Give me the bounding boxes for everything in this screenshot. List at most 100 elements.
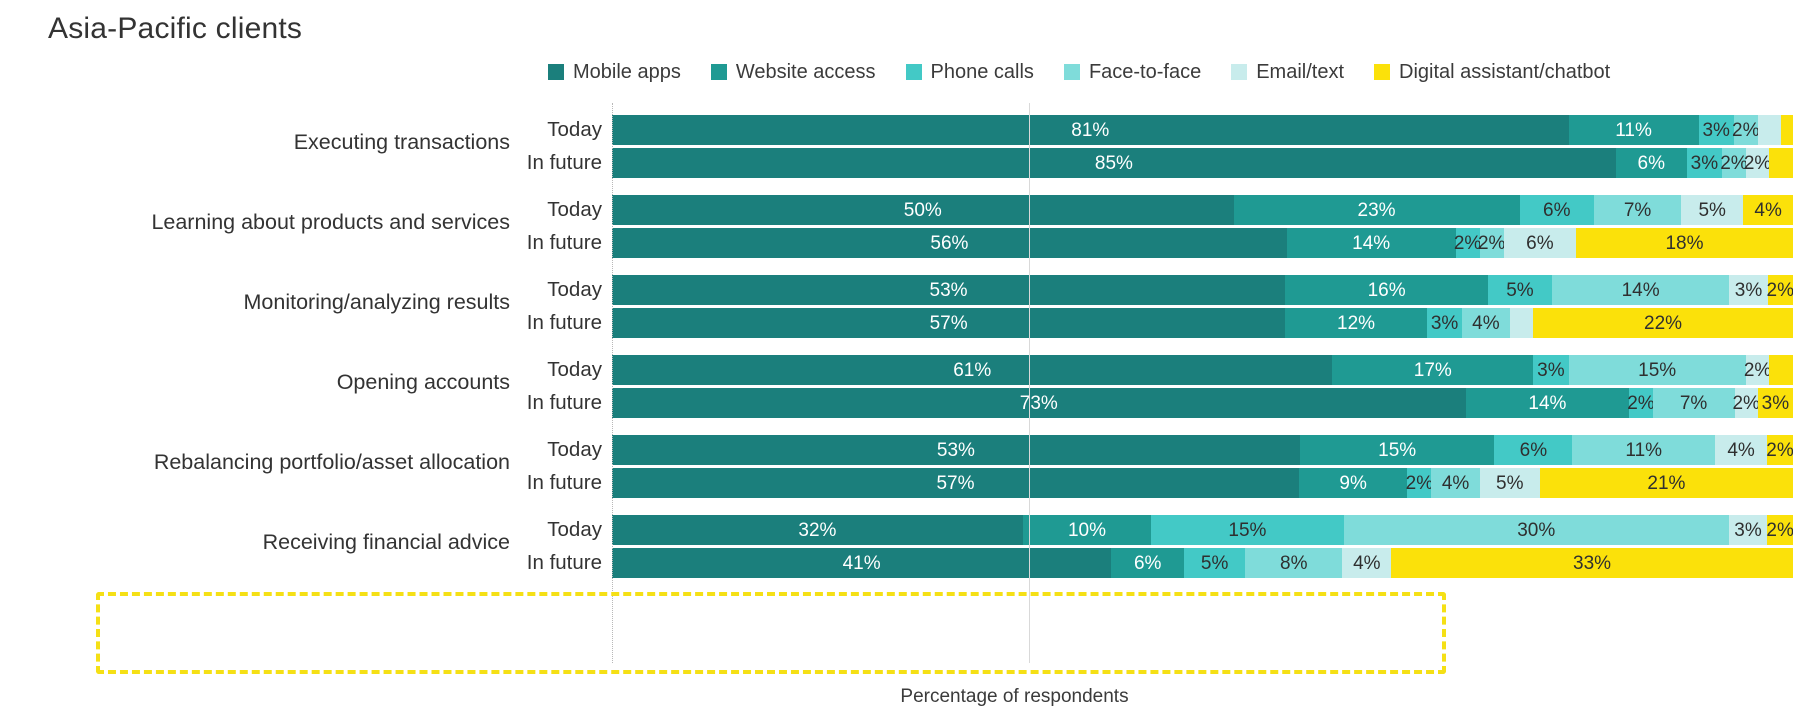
- bar-segment[interactable]: 22%: [1533, 308, 1793, 338]
- bar-segment[interactable]: 11%: [1572, 435, 1716, 465]
- bar-segment[interactable]: 3%: [1426, 308, 1463, 338]
- group-rows: Today 53% 16% 5% 14% 3% 2% In future 57% 12% 3% 4% 2…: [516, 263, 1793, 343]
- bar-segment[interactable]: 4%: [1743, 195, 1793, 225]
- bar-segment[interactable]: 9%: [1298, 468, 1408, 498]
- stacked-bar: 32% 10% 15% 30% 3% 2%: [612, 515, 1793, 545]
- bar-segment[interactable]: [1769, 148, 1793, 178]
- bar-segment[interactable]: 2%: [1732, 115, 1759, 145]
- bar-segment[interactable]: 16%: [1285, 275, 1489, 305]
- bar-segment[interactable]: 23%: [1233, 195, 1520, 225]
- bar-segment[interactable]: 2%: [1627, 388, 1655, 418]
- bar-segment[interactable]: 2%: [1720, 148, 1748, 178]
- chart-group: Monitoring/analyzing results Today 53% 16% 5…: [0, 263, 1793, 343]
- bar-segment[interactable]: 5%: [1488, 275, 1552, 305]
- bar-segment[interactable]: 12%: [1285, 308, 1427, 338]
- legend-item[interactable]: Website access: [710, 62, 876, 82]
- bar-segment-value: 15%: [1228, 519, 1267, 541]
- bar-segment[interactable]: 2%: [1454, 228, 1481, 258]
- bar-segment[interactable]: 11%: [1568, 115, 1699, 145]
- bar-segment-value: 11%: [1625, 439, 1663, 461]
- bar-segment[interactable]: 15%: [1151, 515, 1344, 545]
- bar-segment[interactable]: 2%: [1744, 355, 1771, 385]
- bar-segment[interactable]: 56%: [612, 228, 1287, 258]
- stacked-bar: 85% 6% 3% 2% 2%: [612, 148, 1793, 178]
- bar-segment[interactable]: 41%: [612, 548, 1112, 578]
- bar-segment[interactable]: 7%: [1594, 195, 1682, 225]
- bar-segment[interactable]: 57%: [612, 468, 1299, 498]
- bar-segment[interactable]: 73%: [612, 388, 1466, 418]
- bar-segment[interactable]: 3%: [1757, 388, 1793, 418]
- bar-segment-value: 5%: [1200, 552, 1229, 574]
- legend-item[interactable]: Face-to-face: [1063, 62, 1201, 82]
- bar-segment[interactable]: 81%: [612, 115, 1569, 145]
- bar-segment[interactable]: 2%: [1406, 468, 1433, 498]
- bar-row: In future 41% 6% 5% 8% 4% 33%: [516, 548, 1793, 578]
- bar-segment[interactable]: 17%: [1332, 355, 1534, 385]
- legend-item-label: Mobile apps: [573, 61, 681, 83]
- legend-swatch-icon: [1231, 64, 1248, 80]
- bar-segment[interactable]: 2%: [1766, 275, 1793, 305]
- bar-segment-value: 14%: [1528, 392, 1567, 414]
- bar-segment[interactable]: 32%: [612, 515, 1023, 545]
- bar-segment-value: 3%: [1690, 152, 1719, 174]
- bar-segment[interactable]: 2%: [1744, 148, 1771, 178]
- legend-item[interactable]: Phone calls: [905, 62, 1034, 82]
- bar-segment[interactable]: 21%: [1539, 468, 1793, 498]
- bar-segment[interactable]: 14%: [1551, 275, 1730, 305]
- bar-segment[interactable]: 6%: [1111, 548, 1185, 578]
- bar-segment[interactable]: 2%: [1477, 228, 1506, 258]
- bar-segment[interactable]: 4%: [1431, 468, 1480, 498]
- bar-segment[interactable]: 33%: [1391, 548, 1793, 578]
- bar-segment[interactable]: [1769, 355, 1793, 385]
- bar-segment[interactable]: 2%: [1766, 435, 1793, 465]
- bar-segment[interactable]: 50%: [612, 195, 1234, 225]
- bar-segment[interactable]: 4%: [1462, 308, 1510, 338]
- bar-segment[interactable]: 3%: [1698, 115, 1734, 145]
- bar-segment[interactable]: 53%: [612, 435, 1300, 465]
- bar-segment[interactable]: 3%: [1533, 355, 1569, 385]
- bar-segment[interactable]: 6%: [1494, 435, 1573, 465]
- bar-segment[interactable]: 2%: [1766, 515, 1793, 545]
- category-label: Monitoring/analyzing results: [243, 290, 511, 315]
- bar-segment[interactable]: 3%: [1729, 275, 1768, 305]
- bar-row: Today 50% 23% 6% 7% 5% 4%: [516, 195, 1793, 225]
- bar-segment[interactable]: 15%: [1568, 355, 1746, 385]
- bar-segment[interactable]: 4%: [1342, 548, 1392, 578]
- bar-segment-value: 5%: [1496, 472, 1524, 494]
- bar-segment[interactable]: 6%: [1503, 228, 1577, 258]
- bar-segment[interactable]: 15%: [1299, 435, 1495, 465]
- bar-segment[interactable]: 14%: [1286, 228, 1456, 258]
- bar-segment[interactable]: 30%: [1343, 515, 1729, 545]
- bar-segment[interactable]: [1757, 115, 1782, 145]
- bar-row-label: In future: [526, 471, 602, 494]
- legend-item[interactable]: Mobile apps: [548, 62, 681, 82]
- bar-row-label: Today: [547, 278, 602, 301]
- bar-segment[interactable]: 18%: [1576, 228, 1793, 258]
- bar-segment[interactable]: 5%: [1681, 195, 1744, 225]
- bar-segment-value: 2%: [1766, 279, 1793, 301]
- bar-segment[interactable]: 57%: [612, 308, 1286, 338]
- bar-segment[interactable]: 4%: [1715, 435, 1767, 465]
- bar-row-label: In future: [526, 231, 602, 254]
- bar-segment[interactable]: 7%: [1652, 388, 1735, 418]
- bar-segment[interactable]: 6%: [1615, 148, 1687, 178]
- bar-segment[interactable]: 14%: [1465, 388, 1630, 418]
- bar-segment[interactable]: 85%: [612, 148, 1616, 178]
- bar-segment[interactable]: [1781, 115, 1793, 145]
- bar-segment[interactable]: 53%: [612, 275, 1286, 305]
- bar-segment[interactable]: 8%: [1245, 548, 1343, 578]
- bar-segment[interactable]: 3%: [1728, 515, 1768, 545]
- bar-row-label: In future: [526, 311, 602, 334]
- bar-segment[interactable]: 10%: [1022, 515, 1152, 545]
- chart-group: Receiving financial advice Today 32% 10% 15%…: [0, 503, 1793, 583]
- bar-segment[interactable]: 2%: [1732, 388, 1760, 418]
- bar-segment[interactable]: 5%: [1184, 548, 1246, 578]
- legend-item[interactable]: Email/text: [1231, 62, 1344, 82]
- bar-segment-value: 2%: [1477, 232, 1506, 254]
- bar-segment[interactable]: [1509, 308, 1534, 338]
- bar-segment[interactable]: 5%: [1479, 468, 1540, 498]
- bar-segment[interactable]: 61%: [612, 355, 1333, 385]
- bar-segment[interactable]: 6%: [1519, 195, 1595, 225]
- legend-item[interactable]: Digital assistant/chatbot: [1374, 62, 1610, 82]
- bar-segment[interactable]: 3%: [1686, 148, 1723, 178]
